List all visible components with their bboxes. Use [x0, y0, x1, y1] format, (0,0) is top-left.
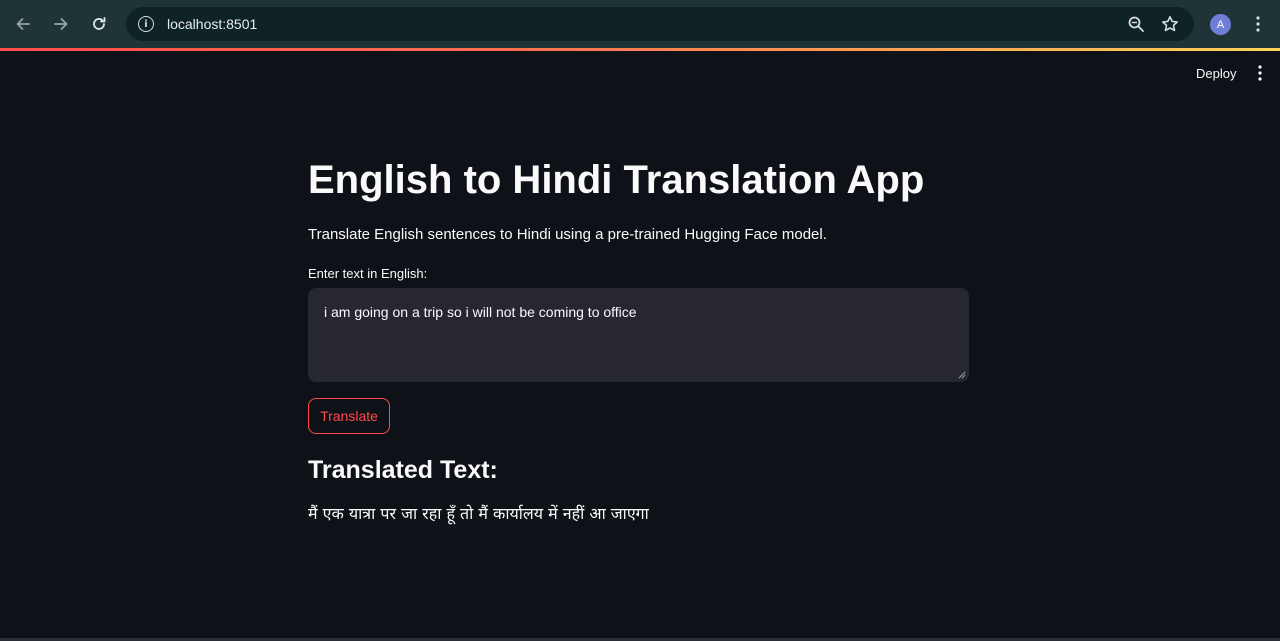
resize-grip-icon[interactable] — [958, 371, 966, 379]
app-main-menu-button[interactable] — [1250, 60, 1270, 86]
input-label: Enter text in English: — [308, 266, 428, 281]
profile-avatar[interactable]: A — [1210, 14, 1231, 35]
kebab-menu-icon — [1258, 65, 1262, 81]
reload-icon — [93, 17, 106, 30]
page-subtitle: Translate English sentences to Hindi usi… — [308, 226, 827, 243]
address-bar[interactable]: i localhost:8501 — [126, 7, 1194, 41]
arrow-left-icon — [16, 18, 30, 30]
bookmark-star-icon[interactable] — [1160, 14, 1180, 34]
arrow-right-icon — [54, 18, 68, 30]
browser-toolbar: i localhost:8501 A — [0, 0, 1280, 48]
translate-button[interactable]: Translate — [308, 398, 390, 434]
url-text[interactable]: localhost:8501 — [167, 16, 257, 32]
reload-button[interactable] — [81, 6, 117, 42]
site-info-icon[interactable]: i — [138, 16, 154, 32]
deploy-button[interactable]: Deploy — [1188, 60, 1244, 86]
kebab-menu-icon — [1256, 16, 1260, 32]
english-text-value[interactable]: i am going on a trip so i will not be co… — [324, 304, 637, 320]
page-title: English to Hindi Translation App — [308, 158, 925, 202]
english-text-input[interactable]: i am going on a trip so i will not be co… — [308, 288, 969, 382]
translated-text-output: मैं एक यात्रा पर जा रहा हूँ तो मैं कार्य… — [308, 504, 649, 523]
browser-menu-button[interactable] — [1248, 12, 1268, 36]
back-button[interactable] — [5, 6, 41, 42]
header-accent-line — [0, 48, 1280, 51]
address-bar-actions — [1126, 7, 1180, 41]
translated-text-heading: Translated Text: — [308, 456, 498, 484]
forward-button[interactable] — [43, 6, 79, 42]
zoom-icon[interactable] — [1126, 14, 1146, 34]
